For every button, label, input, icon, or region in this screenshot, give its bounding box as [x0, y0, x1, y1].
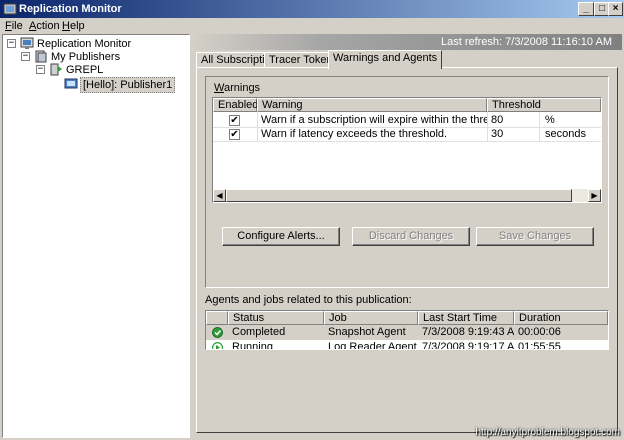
tab-warnings-and-agents[interactable]: Warnings and Agents — [328, 50, 443, 69]
column-header-last-start-time[interactable]: Last Start Time — [418, 311, 514, 325]
scroll-thumb[interactable] — [226, 189, 572, 202]
publication-icon — [64, 78, 78, 89]
agents-grid[interactable]: Status Job Last Start Time Duration Comp… — [205, 310, 609, 350]
menu-help[interactable]: Help — [62, 19, 85, 33]
warnings-grid[interactable]: Enabled Warning Threshold ✔ Warn if a su… — [212, 97, 602, 203]
tree-pane[interactable]: − Replication Monitor − My Publishers − … — [2, 34, 190, 438]
collapse-icon[interactable]: − — [21, 52, 30, 61]
details-pane: Last refresh: 7/3/2008 11:16:10 AM All S… — [192, 34, 622, 438]
collapse-icon[interactable]: − — [7, 39, 16, 48]
warning-enabled-checkbox[interactable]: ✔ — [229, 115, 240, 126]
agent-last-start-time: 7/3/2008 9:19:43 AM — [422, 326, 514, 338]
warnings-group: Warnings Enabled Warning Threshold ✔ War… — [205, 76, 609, 288]
agent-duration: 00:00:06 — [518, 326, 561, 338]
column-header-enabled[interactable]: Enabled — [213, 98, 258, 112]
column-header-duration[interactable]: Duration — [514, 311, 608, 325]
monitor-icon — [20, 37, 34, 49]
configure-alerts-button[interactable]: Configure Alerts... — [222, 227, 340, 246]
threshold-unit: seconds — [545, 128, 586, 140]
collapse-icon[interactable]: − — [36, 65, 45, 74]
agent-duration: 01:55:55 — [518, 341, 561, 350]
menu-file[interactable]: File — [5, 19, 23, 33]
warnings-group-title: Warnings — [214, 82, 261, 94]
horizontal-scrollbar[interactable]: ◀ ▶ — [213, 189, 601, 202]
close-button[interactable]: × — [608, 2, 623, 16]
tree-label-my-publishers: My Publishers — [51, 51, 121, 63]
publishers-icon — [35, 50, 47, 63]
minimize-button[interactable]: _ — [578, 2, 594, 16]
scroll-left-icon[interactable]: ◀ — [213, 189, 226, 202]
column-header-status[interactable]: Status — [228, 311, 324, 325]
agent-status: Completed — [232, 326, 286, 338]
last-refresh-bar: Last refresh: 7/3/2008 11:16:10 AM — [192, 34, 622, 50]
threshold-value[interactable]: 80 — [487, 113, 537, 127]
column-header-icon[interactable] — [206, 311, 228, 325]
column-header-job[interactable]: Job — [324, 311, 418, 325]
tree-label-root: Replication Monitor — [37, 38, 132, 50]
tree-label-grepl: GREPL — [66, 64, 104, 76]
completed-icon — [212, 327, 223, 338]
agent-job: Log Reader Agent — [328, 341, 417, 350]
agent-last-start-time: 7/3/2008 9:19:17 AM — [422, 341, 514, 350]
warning-text: Warn if a subscription will expire withi… — [261, 114, 487, 126]
table-row[interactable]: Completed Snapshot Agent 7/3/2008 9:19:4… — [206, 325, 608, 340]
title-bar: Replication Monitor _ □ × — [0, 0, 624, 18]
running-icon — [212, 342, 223, 349]
column-header-warning[interactable]: Warning — [257, 98, 487, 112]
column-header-threshold[interactable]: Threshold — [487, 98, 601, 112]
threshold-value[interactable]: 30 — [487, 127, 537, 141]
scroll-right-icon[interactable]: ▶ — [588, 189, 601, 202]
threshold-unit: % — [545, 114, 555, 126]
watermark: http://anyitproblem.blogspot.com — [475, 427, 620, 438]
menu-action[interactable]: Action — [29, 19, 60, 33]
server-icon — [50, 63, 62, 76]
warning-text: Warn if latency exceeds the threshold. — [261, 128, 448, 140]
agents-label: Agents and jobs related to this publicat… — [205, 294, 412, 306]
replication-monitor-icon — [3, 3, 17, 15]
menu-bar: File Action Help — [0, 18, 624, 34]
save-changes-button[interactable]: Save Changes — [476, 227, 594, 246]
warning-enabled-checkbox[interactable]: ✔ — [229, 129, 240, 140]
warnings-and-agents-page: Warnings Enabled Warning Threshold ✔ War… — [196, 67, 618, 433]
agent-status: Running — [232, 341, 273, 350]
agent-job: Snapshot Agent — [328, 326, 406, 338]
tree-label-publication: [Hello]: Publisher1 — [80, 77, 176, 93]
discard-changes-button[interactable]: Discard Changes — [352, 227, 470, 246]
window-title: Replication Monitor — [19, 3, 122, 15]
table-row[interactable]: Running Log Reader Agent 7/3/2008 9:19:1… — [206, 340, 608, 350]
